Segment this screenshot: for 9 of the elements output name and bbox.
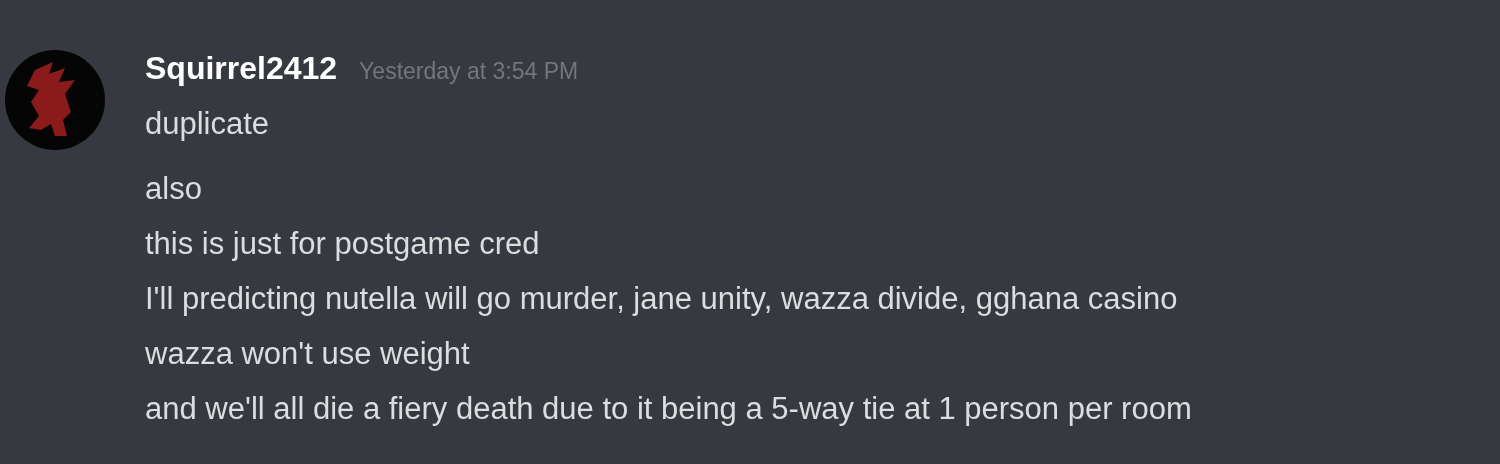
avatar-icon[interactable] xyxy=(5,50,105,150)
message-text: wazza won't use weight xyxy=(145,335,471,373)
message-text: and we'll all die a fiery death due to it being a 5-way tie at 1 person per room xyxy=(145,390,1192,428)
username[interactable]: Squirrel2412 xyxy=(145,50,338,87)
message-text: duplicate xyxy=(145,105,271,143)
message-text: also xyxy=(145,170,203,208)
timestamp: Yesterday at 3:54 PM xyxy=(359,58,579,85)
message-text: I'll predicting nutella will go murder, jane unity, wazza divide, gghana casino xyxy=(145,280,1179,318)
message-text: this is just for postgame cred xyxy=(145,225,541,263)
